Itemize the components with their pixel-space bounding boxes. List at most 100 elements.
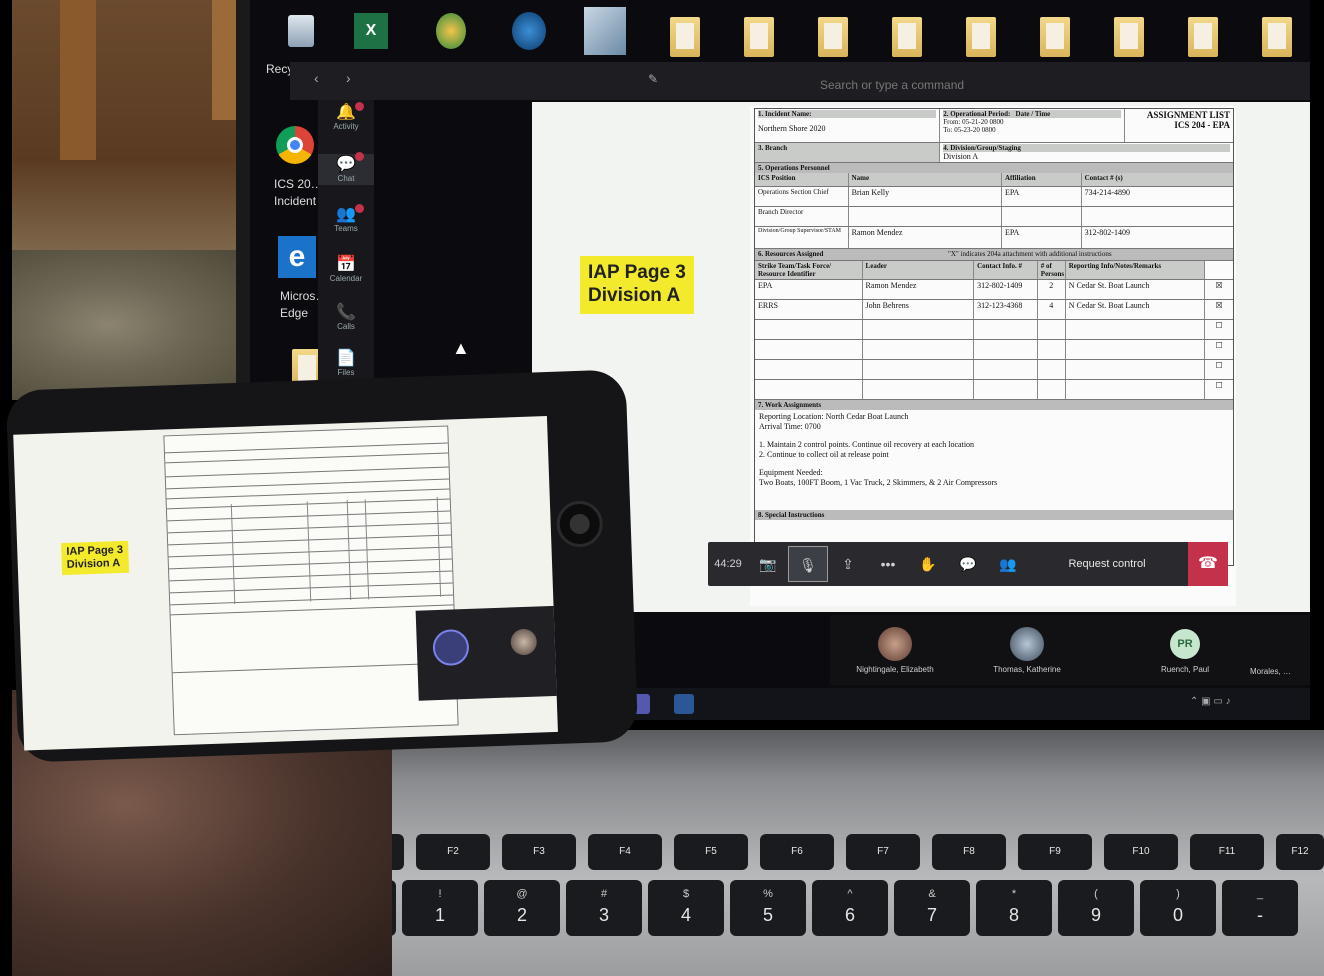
date-time-label: Date / Time (1015, 110, 1051, 118)
key-2[interactable]: @2 (484, 880, 560, 936)
key-shift-label: & (928, 888, 936, 900)
forward-icon[interactable]: › (346, 70, 351, 86)
key-f8[interactable]: F8 (932, 834, 1006, 870)
folder-icon[interactable] (886, 14, 928, 60)
rail-item-teams[interactable]: 👥 Teams (318, 204, 374, 233)
shared-screen: IAP Page 3 Division A 1. Incident Name: … (532, 102, 1310, 612)
raise-hand-icon[interactable]: ✋ (908, 556, 948, 573)
key-9[interactable]: (9 (1058, 880, 1134, 936)
key-label: F8 (963, 846, 975, 857)
participant-tile[interactable]: PR Ruench, Paul (1130, 615, 1240, 674)
form-line (169, 570, 453, 582)
edge-icon[interactable]: e (276, 234, 318, 280)
checkbox-icon[interactable]: ☐ (1205, 340, 1233, 359)
key-label: 7 (926, 905, 937, 925)
compose-icon[interactable]: ✎ (648, 72, 658, 86)
table-cell: Division/Group Supervisor/STAM (755, 227, 849, 248)
key-7[interactable]: & 7 (894, 880, 970, 936)
checkbox-checked-icon[interactable]: ☒ (1205, 300, 1233, 319)
work-line: 1. Maintain 2 control points. Continue o… (759, 440, 975, 449)
key-4[interactable]: $4 (648, 880, 724, 936)
excel-icon[interactable]: X (350, 8, 392, 54)
table-row: Division/Group Supervisor/STAM Ramon Men… (755, 227, 1233, 249)
folder-icon[interactable] (1256, 14, 1298, 60)
key-shift-label: ^ (847, 888, 853, 900)
key-0[interactable]: ) 0 (1140, 880, 1216, 936)
key-f5[interactable]: F5 (674, 834, 748, 870)
checkbox-icon[interactable]: ☐ (1205, 380, 1233, 399)
back-icon[interactable]: ‹ (314, 70, 319, 86)
key-label: F5 (705, 846, 717, 857)
folder-icon[interactable] (1108, 14, 1150, 60)
key-shift-label: @ (516, 888, 528, 900)
key-f2[interactable]: F2 (416, 834, 490, 870)
table-cell: EPA (755, 280, 863, 299)
system-tray-icon[interactable]: ⌃ ▣ ▭ ♪ (1190, 696, 1231, 707)
key-label: F3 (533, 846, 545, 857)
division-label: 4. Division/Group/Staging (943, 144, 1230, 152)
column-header: Affiliation (1001, 173, 1082, 186)
search-input[interactable]: Search or type a command (820, 78, 1100, 98)
participant-tile[interactable]: Thomas, Katherine (972, 615, 1082, 674)
recycle-bin-icon[interactable] (280, 8, 322, 54)
key-label: F6 (791, 846, 803, 857)
key-1[interactable]: ! 1 (402, 880, 478, 936)
folder-icon[interactable] (738, 14, 780, 60)
rail-label: Teams (334, 224, 358, 233)
folder-icon[interactable] (812, 14, 854, 60)
rail-item-calls[interactable]: 📞 Calls (318, 304, 374, 331)
chat-icon[interactable]: 💬 (948, 556, 988, 573)
participant-tile[interactable]: Nightingale, Elizabeth (840, 615, 950, 674)
key-8[interactable]: * 8 (976, 880, 1052, 936)
table-cell: John Behrens (863, 300, 975, 319)
app-icon[interactable] (508, 8, 550, 54)
rail-label: Files (337, 368, 355, 377)
word-icon[interactable] (674, 694, 694, 714)
checkbox-icon[interactable]: ☐ (1205, 360, 1233, 379)
key-label: 4 (680, 905, 691, 925)
camera-off-icon[interactable]: 📷 (748, 556, 788, 573)
rail-item-activity[interactable]: 🔔 Activity (318, 102, 374, 131)
bell-icon: 🔔 (336, 104, 356, 121)
participants-icon[interactable]: 👥 (988, 556, 1028, 573)
rail-item-chat[interactable]: 💬 Chat (318, 152, 374, 185)
key-f9[interactable]: F9 (1018, 834, 1092, 870)
key-5[interactable]: % 5 (730, 880, 806, 936)
key-minus[interactable]: _ - (1222, 880, 1298, 936)
key-f6[interactable]: F6 (760, 834, 834, 870)
table-row: EPA Ramon Mendez 312-802-1409 2 N Cedar … (755, 280, 1233, 300)
checkbox-checked-icon[interactable]: ☒ (1205, 280, 1233, 299)
note-line: Division A (66, 557, 121, 572)
folder-icon[interactable] (664, 14, 706, 60)
key-f3[interactable]: F3 (502, 834, 576, 870)
key-label: 3 (598, 905, 609, 925)
table-cell: Brian Kelly (849, 187, 1002, 206)
phone-camera (555, 500, 604, 548)
form-id: ICS 204 - EPA (1174, 120, 1230, 130)
key-6[interactable]: ^ 6 (812, 880, 888, 936)
request-control-button[interactable]: Request control (1052, 558, 1162, 570)
rail-item-files[interactable]: 📄 Files (318, 350, 374, 377)
key-f4[interactable]: F4 (588, 834, 662, 870)
rail-item-calendar[interactable]: 📅 Calendar (318, 256, 374, 283)
checkbox-column (1205, 261, 1233, 279)
app-icon[interactable] (430, 8, 472, 54)
key-f10[interactable]: F10 (1104, 834, 1178, 870)
checkbox-icon[interactable]: ☐ (1205, 320, 1233, 339)
share-screen-icon[interactable]: ⇪ (828, 556, 868, 573)
folder-icon[interactable] (1182, 14, 1224, 60)
folder-icon[interactable] (960, 14, 1002, 60)
key-3[interactable]: #3 (566, 880, 642, 936)
folder-icon[interactable] (1034, 14, 1076, 60)
chrome-icon[interactable] (274, 122, 316, 168)
key-f7[interactable]: F7 (846, 834, 920, 870)
key-f12[interactable]: F12 (1276, 834, 1324, 870)
hang-up-button[interactable]: ☎ (1188, 542, 1228, 586)
microphone-icon[interactable]: 🎙 (788, 546, 828, 582)
column-header: Name (848, 173, 1002, 186)
image-icon[interactable] (584, 7, 626, 55)
participant-tile[interactable]: Morales, … (1250, 615, 1310, 676)
key-f11[interactable]: F11 (1190, 834, 1264, 870)
participant-name: Ruench, Paul (1160, 665, 1210, 674)
more-options-icon[interactable]: ••• (868, 556, 908, 572)
